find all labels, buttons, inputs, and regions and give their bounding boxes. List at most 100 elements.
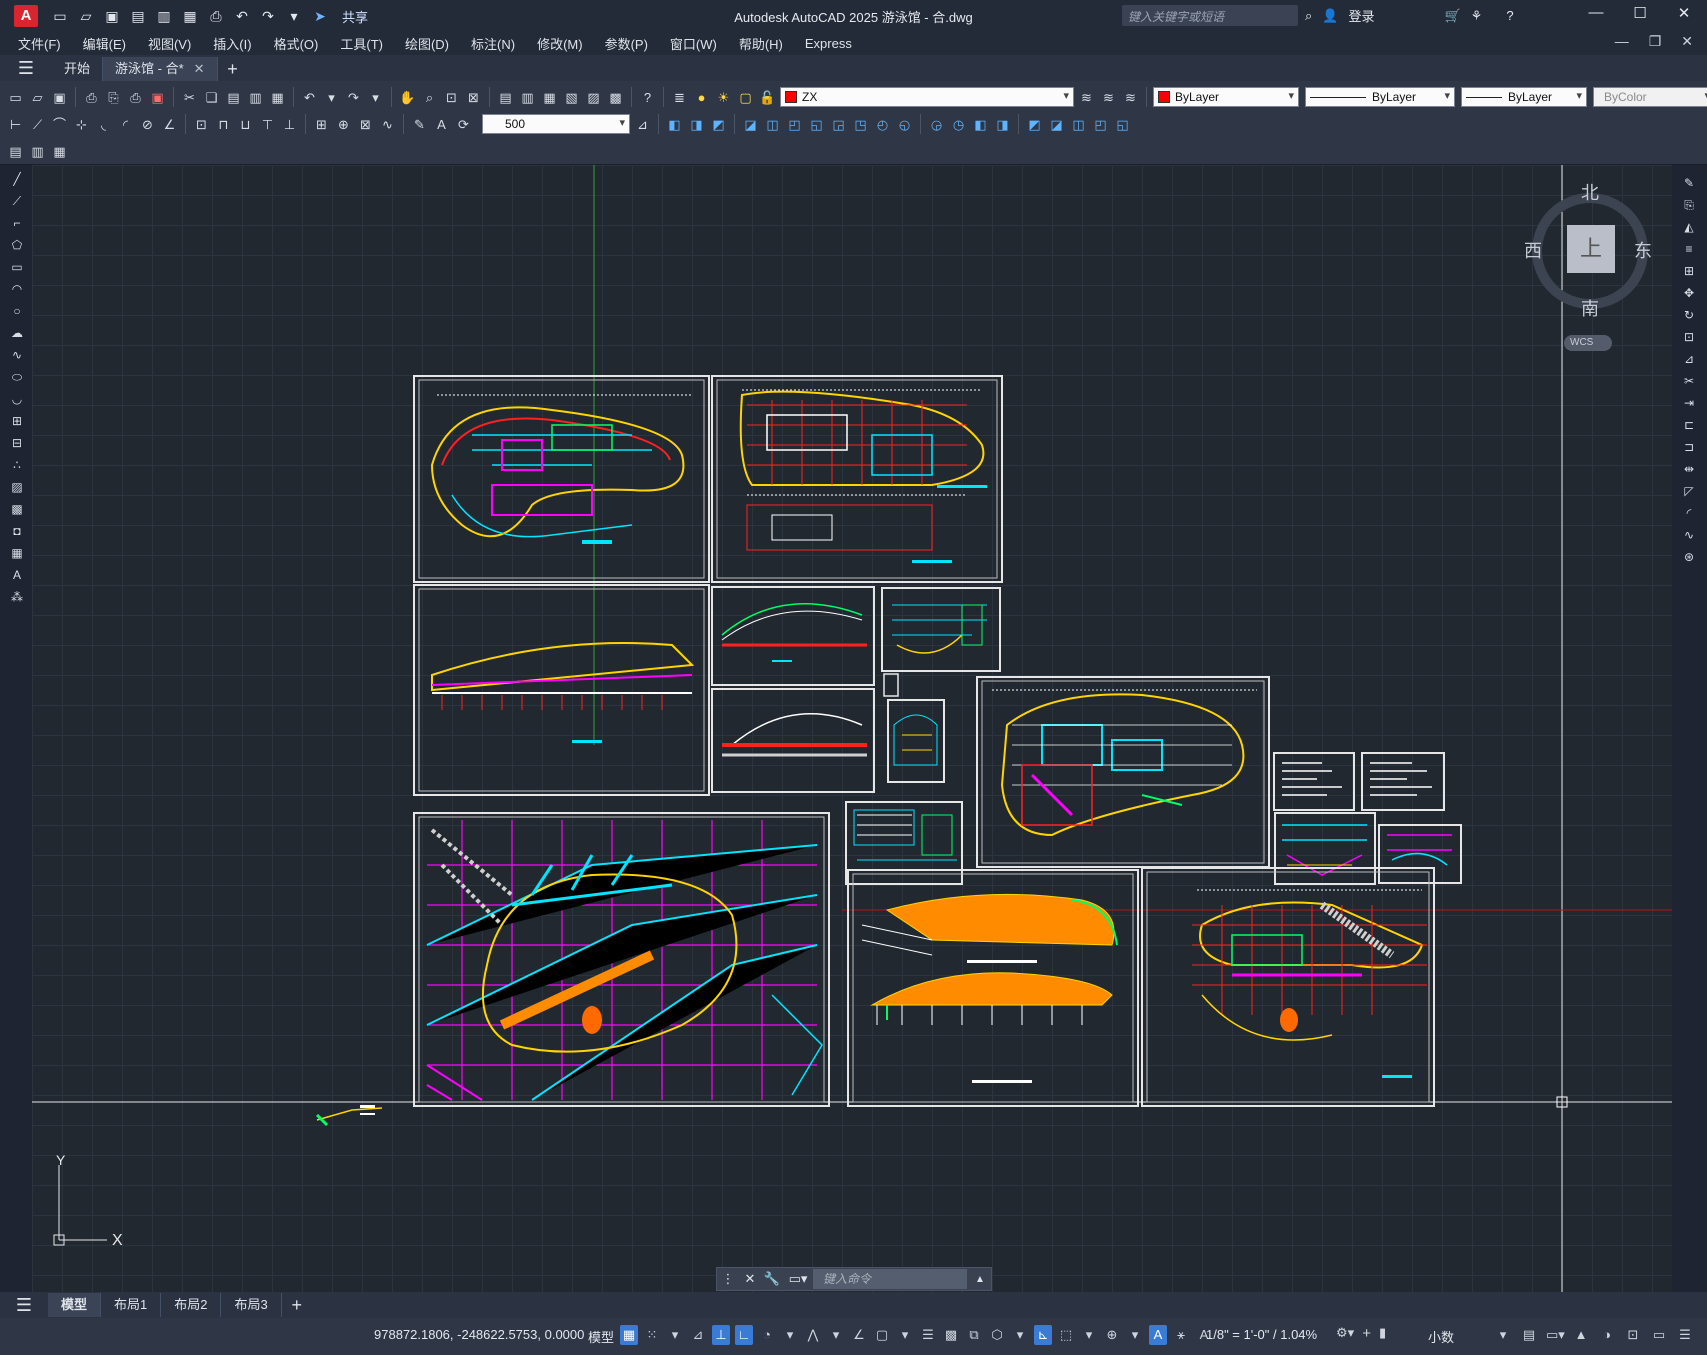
layer-select[interactable]: ZX ▾ <box>780 87 1074 107</box>
color-edges-icon[interactable]: ◪ <box>1047 115 1066 134</box>
sheet-plan-2[interactable] <box>711 375 1003 583</box>
layer-thaw-icon[interactable]: ☀ <box>714 88 733 107</box>
polyline-icon[interactable]: ⌐ <box>8 215 26 231</box>
color-faces-icon[interactable]: ◵ <box>895 115 914 134</box>
region-icon[interactable]: ◘ <box>8 523 26 539</box>
explode-icon[interactable]: ⊛ <box>1680 549 1698 565</box>
tool-palettes-icon[interactable]: ▦ <box>540 88 559 107</box>
radius-dimension-icon[interactable]: ◟ <box>94 115 113 134</box>
snap-icon[interactable]: ⁙ <box>643 1325 661 1345</box>
layer-previous-icon[interactable]: ≋ <box>1099 88 1118 107</box>
save-icon[interactable]: ▣ <box>50 88 69 107</box>
dimension-edit-icon[interactable]: ✎ <box>410 115 429 134</box>
command-history-icon[interactable]: ▲ <box>969 1274 991 1285</box>
block-define-icon[interactable]: ▥ <box>28 142 47 161</box>
close-tab-icon[interactable]: ✕ <box>194 61 205 76</box>
sheet-elevation-2[interactable] <box>711 688 875 793</box>
move-icon[interactable]: ✥ <box>1680 285 1698 301</box>
sheet-detail-2[interactable] <box>883 673 945 783</box>
status-menu-icon[interactable]: ☰ <box>1676 1325 1694 1345</box>
undo-icon[interactable]: ↶ <box>300 88 319 107</box>
gradient-icon[interactable]: ▩ <box>8 501 26 517</box>
polar-dropdown-icon[interactable]: ▾ <box>781 1325 799 1345</box>
command-input[interactable]: 键入命令 <box>813 1269 967 1289</box>
plotstyle-select[interactable]: ByColor ▾ <box>1593 87 1707 107</box>
copy-faces-icon[interactable]: ◴ <box>873 115 892 134</box>
chamfer-icon[interactable]: ◸ <box>1680 483 1698 499</box>
help-search-input[interactable]: 键入关键字或短语 <box>1122 5 1298 26</box>
linetype-select[interactable]: ByLayer ▾ <box>1305 87 1455 107</box>
menu-item-10[interactable]: 窗口(W) <box>670 34 729 53</box>
menu-item-2[interactable]: 视图(V) <box>148 34 203 53</box>
isometric-icon[interactable]: ⋀ <box>804 1325 822 1345</box>
menu-item-3[interactable]: 插入(I) <box>213 34 263 53</box>
menu-item-8[interactable]: 修改(M) <box>537 34 595 53</box>
compass-west[interactable]: 西 <box>1524 237 1542 263</box>
fillet-icon[interactable]: ◜ <box>1680 505 1698 521</box>
offset-faces-icon[interactable]: ◰ <box>785 115 804 134</box>
polygon-icon[interactable]: ⬠ <box>8 237 26 253</box>
move-faces-icon[interactable]: ◫ <box>763 115 782 134</box>
break-at-point-icon[interactable]: ⊏ <box>1680 417 1698 433</box>
ellipse-arc-icon[interactable]: ◡ <box>8 391 26 407</box>
model-space-toggle[interactable]: 模型 <box>588 1327 614 1346</box>
customize-qat-icon[interactable]: ▾ <box>284 6 304 26</box>
subtract-icon[interactable]: ◨ <box>687 115 706 134</box>
minimize-icon[interactable]: — <box>1574 4 1618 22</box>
osnap-dropdown-icon[interactable]: ▾ <box>896 1325 914 1345</box>
dimension-text-edit-icon[interactable]: A <box>432 115 451 134</box>
lineweight-select[interactable]: ByLayer ▾ <box>1461 87 1587 107</box>
new-layout-icon[interactable]: + <box>282 1293 312 1317</box>
break-icon[interactable]: ⊐ <box>1680 439 1698 455</box>
plot-icon[interactable]: ⎙ <box>206 6 226 26</box>
drawing-canvas[interactable]: Y X <box>32 165 1672 1292</box>
compass-south[interactable]: 南 <box>1581 295 1599 321</box>
erase-icon[interactable]: ✎ <box>1680 175 1698 191</box>
point-icon[interactable]: ∴ <box>8 457 26 473</box>
sheet-detail-1[interactable] <box>881 587 1001 672</box>
gizmo-dropdown-icon[interactable]: ▾ <box>1126 1325 1144 1345</box>
copy-icon[interactable]: ❏ <box>202 88 221 107</box>
blend-curves-icon[interactable]: ∿ <box>1680 527 1698 543</box>
autocad-logo-icon[interactable]: A <box>14 5 38 27</box>
help-icon[interactable]: ? <box>638 88 657 107</box>
taper-faces-icon[interactable]: ◳ <box>851 115 870 134</box>
ordinate-dimension-icon[interactable]: ⊹ <box>72 115 91 134</box>
compass-east[interactable]: 东 <box>1634 237 1652 263</box>
layout-menu-icon[interactable]: ☰ <box>0 1292 48 1318</box>
workspace-gear-icon[interactable]: ⚙▾ <box>1336 1325 1354 1342</box>
zoom-previous-icon[interactable]: ⊠ <box>464 88 483 107</box>
array-icon[interactable]: ⊞ <box>1680 263 1698 279</box>
circle-icon[interactable]: ○ <box>8 303 26 319</box>
rectangle-icon[interactable]: ▭ <box>8 259 26 275</box>
open-sheet-icon[interactable]: ▥ <box>154 6 174 26</box>
tab-layout3[interactable]: 布局3 <box>221 1293 282 1317</box>
grid-icon[interactable]: ▦ <box>620 1325 638 1345</box>
auto-scale-icon[interactable]: ⚹ <box>1172 1325 1190 1345</box>
qnew-icon[interactable]: ▭ <box>6 88 25 107</box>
sheet-plan-3[interactable] <box>1141 867 1435 1107</box>
search-icon[interactable]: ⌕ <box>1305 8 1312 24</box>
revision-cloud-icon[interactable]: ☁ <box>8 325 26 341</box>
color-select[interactable]: ByLayer ▾ <box>1153 87 1299 107</box>
units-icon[interactable]: ▮ <box>1379 1325 1386 1342</box>
angular-dimension-icon[interactable]: ∠ <box>160 115 179 134</box>
union-icon[interactable]: ◧ <box>665 115 684 134</box>
share-button[interactable]: 共享 <box>342 7 368 26</box>
multiline-text-icon[interactable]: A <box>8 567 26 583</box>
save-icon[interactable]: ▣ <box>102 6 122 26</box>
delete-faces-icon[interactable]: ◱ <box>807 115 826 134</box>
ortho-icon[interactable]: ∟ <box>735 1325 753 1345</box>
pan-icon[interactable]: ✋ <box>398 88 417 107</box>
drag-handle-icon[interactable]: ⋮ <box>717 1271 739 1287</box>
wcs-menu[interactable]: WCS <box>1564 335 1612 351</box>
layer-lock-icon[interactable]: 🔓 <box>758 88 777 107</box>
construction-line-icon[interactable]: ⟋ <box>8 193 26 209</box>
tab-drawing[interactable]: 游泳馆 - 合* ✕ <box>103 57 218 81</box>
dimension-update-icon[interactable]: ⟳ <box>454 115 473 134</box>
sheet-set-icon[interactable]: ▧ <box>562 88 581 107</box>
menu-item-12[interactable]: Express <box>805 36 864 51</box>
menu-item-9[interactable]: 参数(P) <box>605 34 660 53</box>
quick-dimension-icon[interactable]: ⊡ <box>192 115 211 134</box>
sheet-site-plan[interactable] <box>413 812 830 1107</box>
